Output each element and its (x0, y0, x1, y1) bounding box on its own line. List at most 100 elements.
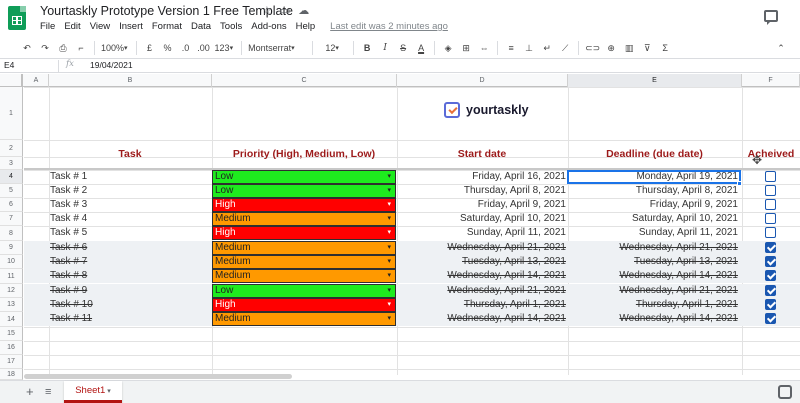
header-start-date[interactable]: Start date (397, 148, 567, 160)
achieved-checkbox[interactable] (765, 299, 776, 310)
menu-addons[interactable]: Add-ons (251, 21, 286, 32)
menu-view[interactable]: View (90, 21, 110, 32)
header-task[interactable]: Task (49, 148, 211, 160)
achieved-checkbox[interactable] (765, 227, 776, 238)
task-name[interactable]: Task # 6 (50, 242, 87, 253)
star-icon[interactable]: ☆ (262, 4, 272, 17)
menu-data[interactable]: Data (191, 21, 211, 32)
filter-icon[interactable]: ⊽ (640, 40, 654, 56)
start-date[interactable]: Friday, April 9, 2021 (478, 199, 566, 210)
start-date[interactable]: Tuesday, April 13, 2021 (462, 256, 566, 267)
borders-icon[interactable]: ⊞ (459, 40, 473, 56)
task-name[interactable]: Task # 3 (50, 199, 87, 210)
start-date[interactable]: Thursday, April 8, 2021 (464, 185, 566, 196)
plus-icon[interactable]: + (26, 384, 34, 399)
start-date[interactable]: Wednesday, April 14, 2021 (447, 313, 566, 324)
insert-link-icon[interactable]: ⊂⊃ (585, 40, 600, 56)
priority-dropdown[interactable]: Low (212, 184, 396, 198)
menu-edit[interactable]: Edit (64, 21, 80, 32)
priority-dropdown[interactable]: Medium (212, 255, 396, 269)
column-header-c[interactable]: C (212, 74, 397, 87)
merge-cells-icon[interactable]: ⇔ (477, 40, 491, 56)
vertical-align-icon[interactable]: ⊥ (522, 40, 536, 56)
column-header-e[interactable]: E (568, 74, 742, 87)
text-rotation-icon[interactable]: ⟋ (558, 40, 572, 56)
priority-dropdown[interactable]: Medium (212, 312, 396, 326)
task-name[interactable]: Task # 2 (50, 185, 87, 196)
deadline-date[interactable]: Thursday, April 8, 2021 (636, 185, 738, 196)
task-name[interactable]: Task # 10 (50, 299, 93, 310)
undo-icon[interactable]: ↶ (20, 40, 34, 56)
bold-button[interactable]: B (360, 40, 374, 56)
priority-dropdown[interactable]: Low (212, 170, 396, 184)
strikethrough-button[interactable]: S (396, 40, 410, 56)
task-name[interactable]: Task # 9 (50, 285, 87, 296)
formula-input[interactable]: 19/04/2021 (90, 60, 133, 70)
achieved-checkbox[interactable] (765, 313, 776, 324)
deadline-date[interactable]: Tuesday, April 13, 2021 (634, 256, 738, 267)
achieved-checkbox[interactable] (765, 213, 776, 224)
deadline-date[interactable]: Saturday, April 10, 2021 (632, 213, 738, 224)
increase-decimal-button[interactable]: .00 (197, 40, 211, 56)
column-header-a[interactable]: A (24, 74, 49, 87)
deadline-date[interactable]: Thursday, April 1, 2021 (636, 299, 738, 310)
google-sheets-icon[interactable] (8, 6, 26, 30)
achieved-checkbox[interactable] (765, 171, 776, 182)
task-name[interactable]: Task # 1 (50, 171, 87, 182)
row-header-3[interactable]: 3 (0, 157, 23, 170)
row-header-9[interactable]: 9 (0, 241, 23, 255)
menu-tools[interactable]: Tools (220, 21, 242, 32)
header-deadline[interactable]: Deadline (due date) (568, 148, 741, 160)
task-name[interactable]: Task # 8 (50, 270, 87, 281)
priority-dropdown[interactable]: Medium (212, 241, 396, 255)
cloud-saved-icon[interactable]: ☁ (298, 4, 309, 17)
row-header-13[interactable]: 13 (0, 298, 23, 312)
priority-dropdown[interactable]: High (212, 226, 396, 240)
zoom-select[interactable]: 100% (101, 40, 128, 56)
achieved-checkbox[interactable] (765, 242, 776, 253)
row-header-7[interactable]: 7 (0, 212, 23, 226)
start-date[interactable]: Sunday, April 11, 2021 (467, 227, 566, 238)
task-name[interactable]: Task # 5 (50, 227, 87, 238)
deadline-date[interactable]: Wednesday, April 14, 2021 (619, 313, 738, 324)
menu-format[interactable]: Format (152, 21, 182, 32)
redo-icon[interactable]: ↷ (38, 40, 52, 56)
insert-chart-icon[interactable]: ▥ (622, 40, 636, 56)
insert-comment-icon[interactable]: ⊕ (604, 40, 618, 56)
priority-dropdown[interactable]: Medium (212, 269, 396, 283)
row-header-16[interactable]: 16 (0, 341, 23, 355)
row-header-11[interactable]: 11 (0, 269, 23, 284)
horizontal-scrollbar[interactable] (24, 374, 292, 379)
row-header-4[interactable]: 4 (0, 170, 23, 184)
name-box[interactable]: E4 (4, 60, 54, 70)
print-icon[interactable]: ⎙ (56, 40, 70, 56)
percent-button[interactable]: % (161, 40, 175, 56)
priority-dropdown[interactable]: High (212, 198, 396, 212)
explore-icon[interactable] (778, 385, 792, 399)
fill-handle[interactable] (737, 181, 742, 186)
priority-dropdown[interactable]: Low (212, 284, 396, 298)
column-header-b[interactable]: B (49, 74, 212, 87)
row-header-6[interactable]: 6 (0, 198, 23, 212)
text-color-button[interactable]: A (414, 40, 428, 56)
row-header-1[interactable]: 1 (0, 87, 23, 140)
achieved-checkbox[interactable] (765, 256, 776, 267)
more-formats-select[interactable]: 123 (215, 40, 234, 56)
task-name[interactable]: Task # 11 (50, 313, 92, 324)
achieved-checkbox[interactable] (765, 199, 776, 210)
header-achieved[interactable]: Acheived (742, 148, 800, 160)
column-header-d[interactable]: D (397, 74, 568, 87)
currency-button[interactable]: £ (143, 40, 157, 56)
header-priority[interactable]: Priority (High, Medium, Low) (212, 148, 396, 160)
achieved-checkbox[interactable] (765, 285, 776, 296)
row-header-2[interactable]: 2 (0, 140, 23, 157)
row-header-5[interactable]: 5 (0, 184, 23, 198)
column-header-f[interactable]: F (742, 74, 800, 87)
task-name[interactable]: Task # 4 (50, 213, 87, 224)
functions-icon[interactable]: Σ (658, 40, 672, 56)
deadline-date[interactable]: Wednesday, April 21, 2021 (619, 242, 738, 253)
start-date[interactable]: Wednesday, April 21, 2021 (447, 285, 566, 296)
italic-button[interactable]: I (378, 40, 392, 56)
sheet-tab[interactable]: Sheet1 (64, 381, 122, 403)
menu-insert[interactable]: Insert (119, 21, 143, 32)
